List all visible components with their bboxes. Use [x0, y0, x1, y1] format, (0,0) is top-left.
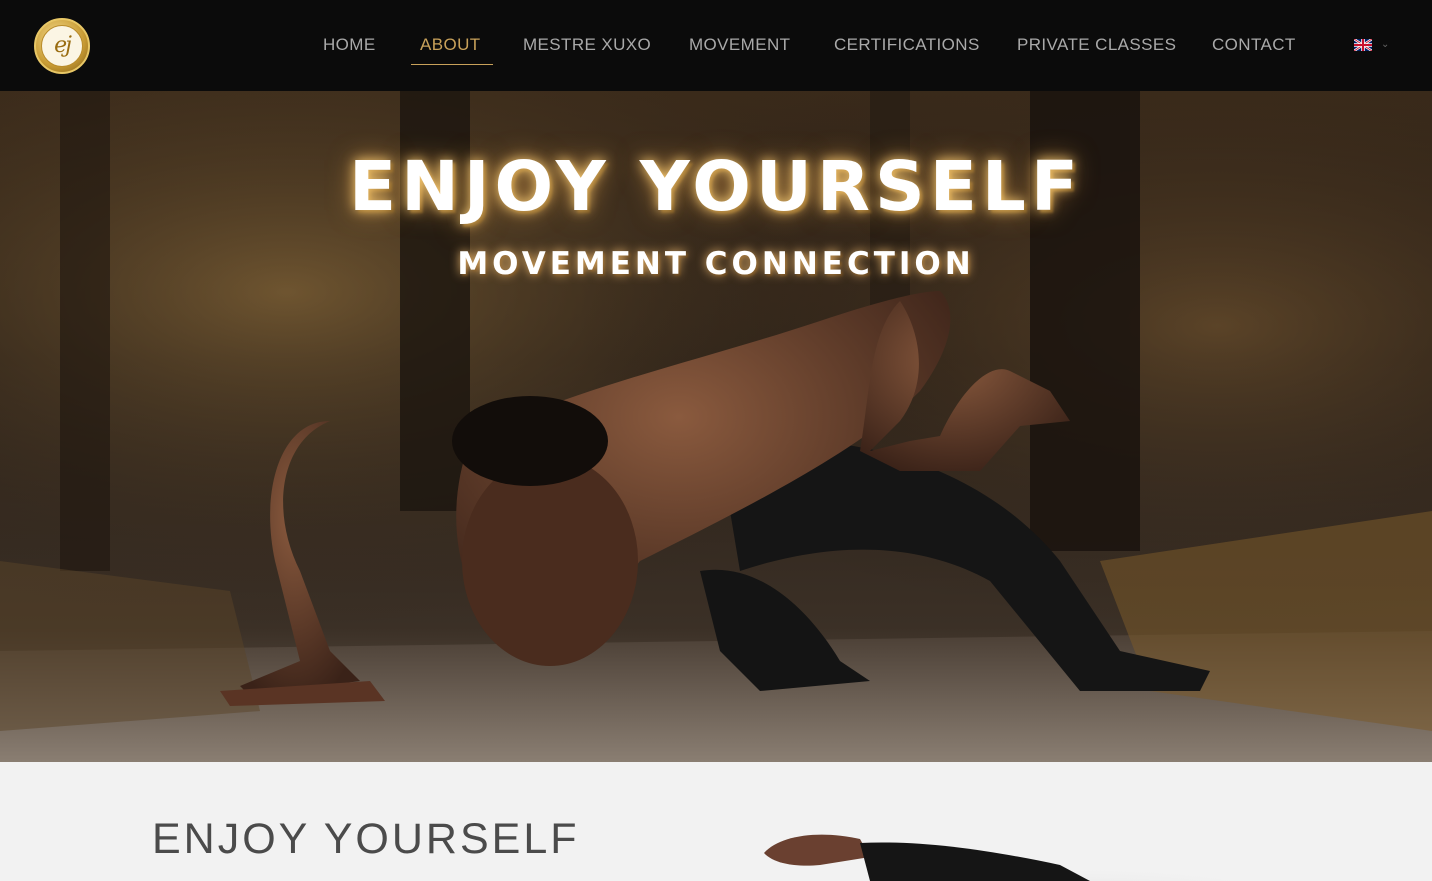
language-switcher[interactable]: ⌄ — [1354, 38, 1400, 52]
nav-item-home[interactable]: HOME — [323, 35, 376, 57]
section-photo — [764, 834, 1300, 881]
nav-item-private-classes[interactable]: PRIVATE CLASSES — [1017, 35, 1176, 57]
hero-subtitle: MOVEMENT CONNECTION — [457, 246, 975, 282]
site-header: ej HOME ABOUT MESTRE XUXO MOVEMENT CERTI… — [0, 0, 1432, 91]
logo-monogram: ej — [41, 25, 83, 67]
section-heading: ENJOY YOURSELF — [152, 815, 580, 863]
nav-item-certifications[interactable]: CERTIFICATIONS — [834, 35, 980, 57]
active-nav-underline — [411, 64, 493, 65]
nav-item-about[interactable]: ABOUT — [420, 35, 481, 57]
uk-flag-icon — [1354, 39, 1372, 51]
logo-icon[interactable]: ej — [34, 18, 90, 74]
hero-banner: ENJOY YOURSELF MOVEMENT CONNECTION — [0, 91, 1432, 762]
hero-title: ENJOY YOURSELF — [349, 147, 1083, 227]
chevron-down-icon: ⌄ — [1381, 39, 1390, 50]
nav-item-mestre-xuxo[interactable]: MESTRE XUXO — [523, 35, 651, 57]
nav-item-contact[interactable]: CONTACT — [1212, 35, 1296, 57]
nav-item-movement[interactable]: MOVEMENT — [689, 35, 790, 57]
